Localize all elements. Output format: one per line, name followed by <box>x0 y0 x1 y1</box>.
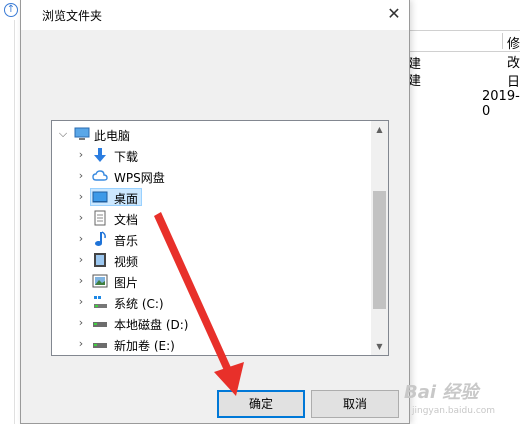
tree-item-label: 系统 (C:) <box>114 297 164 311</box>
divider <box>14 20 15 424</box>
tree-item-documents[interactable]: › 文档 <box>52 208 372 228</box>
chevron-right-icon[interactable]: › <box>76 316 86 329</box>
watermark-subtext: jingyan.baidu.com <box>412 406 496 416</box>
chevron-right-icon[interactable]: › <box>76 295 86 308</box>
tree-item-label: 视频 <box>114 255 139 269</box>
dialog-title: 浏览文件夹 <box>42 9 103 23</box>
tree-item-label: 此电脑 <box>94 129 131 143</box>
music-icon <box>92 231 108 247</box>
up-arrow-icon[interactable]: ↑ <box>4 3 18 17</box>
chevron-down-icon[interactable]: ⌵ <box>58 127 68 141</box>
scroll-up-arrow-icon[interactable]: ▲ <box>371 121 388 138</box>
folder-tree[interactable]: ⌵ 此电脑 › 下载 › WPS网盘 › 桌面 › 文档 › 音乐 › 视频 ›… <box>51 120 389 356</box>
chevron-right-icon[interactable]: › <box>76 211 86 224</box>
tree-item-drive-c[interactable]: › 系统 (C:) <box>52 292 372 312</box>
chevron-right-icon[interactable]: › <box>76 232 86 245</box>
drive-icon <box>92 315 108 331</box>
chevron-right-icon[interactable]: › <box>76 274 86 287</box>
vertical-scrollbar[interactable]: ▲ ▼ <box>371 121 388 355</box>
computer-icon <box>74 126 90 142</box>
tree-item-wps-cloud[interactable]: › WPS网盘 <box>52 166 372 186</box>
chevron-right-icon[interactable]: › <box>76 169 86 182</box>
drive-icon <box>92 336 108 352</box>
desktop-icon <box>92 189 108 205</box>
document-icon <box>92 210 108 226</box>
ok-button[interactable]: 确定 <box>217 390 305 418</box>
tree-item-label: 本地磁盘 (D:) <box>114 318 189 332</box>
chevron-right-icon[interactable]: › <box>76 190 86 203</box>
system-drive-icon <box>92 294 108 310</box>
title-bar: 浏览文件夹 ✕ <box>21 0 409 30</box>
tree-item-pictures[interactable]: › 图片 <box>52 271 372 291</box>
chevron-right-icon[interactable]: › <box>76 253 86 266</box>
tree-item-drive-e[interactable]: › 新加卷 (E:) <box>52 334 372 354</box>
video-icon <box>92 252 108 268</box>
scroll-thumb[interactable] <box>373 191 386 309</box>
tree-item-label: 图片 <box>114 276 139 290</box>
tree-item-label: 新加卷 (E:) <box>114 339 175 353</box>
tree-item-this-pc[interactable]: ⌵ 此电脑 <box>52 124 372 144</box>
browse-folder-dialog: 浏览文件夹 ✕ ⌵ 此电脑 › 下载 › WPS网盘 › 桌面 › 文档 › 音… <box>20 0 410 424</box>
picture-icon <box>92 273 108 289</box>
column-header-date[interactable]: 修改日 <box>502 33 520 90</box>
tree-item-label: 下载 <box>114 150 139 164</box>
tree-item-videos[interactable]: › 视频 <box>52 250 372 270</box>
file-date: 2019-0 <box>482 89 520 119</box>
tree-item-music[interactable]: › 音乐 <box>52 229 372 249</box>
scroll-down-arrow-icon[interactable]: ▼ <box>371 338 388 355</box>
watermark-text: Bai 经验 <box>404 382 479 403</box>
tree-item-label: 桌面 <box>114 192 139 206</box>
tree-item-label: WPS网盘 <box>114 171 165 185</box>
baidu-watermark: Bai 经验 jingyan.baidu.com <box>392 378 520 424</box>
cancel-button[interactable]: 取消 <box>311 390 399 418</box>
chevron-right-icon[interactable]: › <box>76 148 86 161</box>
tree-item-desktop[interactable]: › 桌面 <box>52 187 372 207</box>
download-icon <box>92 147 108 163</box>
chevron-right-icon[interactable]: › <box>76 337 86 350</box>
cloud-icon <box>92 168 108 184</box>
tree-item-label: 文档 <box>114 213 139 227</box>
tree-item-drive-d[interactable]: › 本地磁盘 (D:) <box>52 313 372 333</box>
tree-item-downloads[interactable]: › 下载 <box>52 145 372 165</box>
close-button[interactable]: ✕ <box>381 2 407 26</box>
tree-item-label: 音乐 <box>114 234 139 248</box>
